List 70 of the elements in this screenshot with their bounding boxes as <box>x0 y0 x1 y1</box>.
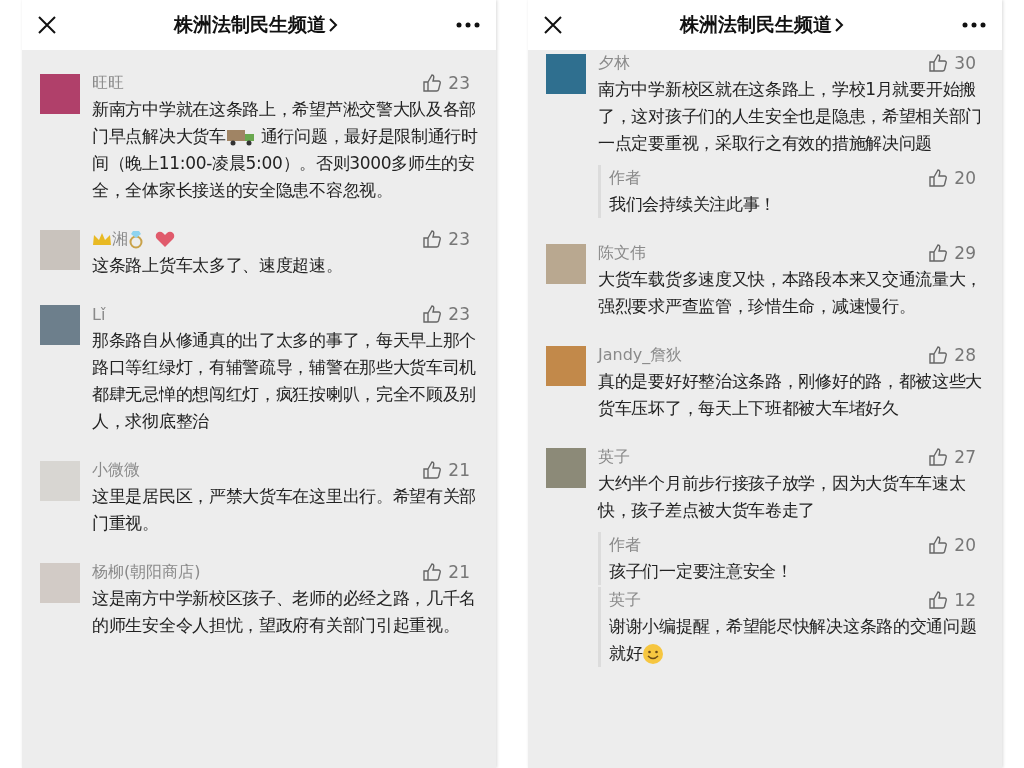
avatar-photo-placeholder <box>546 244 586 284</box>
like-count: 21 <box>448 562 470 582</box>
thumbs-up-icon[interactable] <box>928 53 949 73</box>
commenter-name: 英子 <box>598 446 630 468</box>
reply-text: 谢谢小编提醒，希望能尽快解决这条路的交通问题就好 <box>609 615 978 667</box>
crown-icon <box>92 231 112 247</box>
like-count: 29 <box>954 243 976 263</box>
channel-title[interactable]: 株洲法制民生频道 <box>174 12 326 38</box>
channel-title[interactable]: 株洲法制民生频道 <box>680 12 832 38</box>
comment-text: 南方中学新校区就在这条路上，学校1月就要开始搬了，这对孩子们的人生安全也是隐患，希望相关部门一点定要重视，采取行之有效的措施解决问题 <box>598 78 984 155</box>
reply-text: 我们会持续关注此事！ <box>609 193 777 216</box>
avatar-photo-placeholder <box>546 448 586 488</box>
thumbs-up-icon[interactable] <box>928 535 949 555</box>
like-count: 21 <box>448 460 470 480</box>
like-count: 30 <box>954 53 976 73</box>
reply-author: 英子 <box>609 589 641 611</box>
comment-text: 那条路自从修通真的出了太多的事了，每天早上那个路口等红绿灯，有辅警疏导，辅警在那些大货车司机都肆无忌惮的想闯红灯，疯狂按喇叭，完全不顾及别人，求彻底整治 <box>92 329 478 433</box>
more-icon[interactable] <box>456 22 480 28</box>
heart-icon <box>154 229 176 249</box>
close-icon[interactable] <box>544 16 562 34</box>
like-count: 28 <box>954 345 976 365</box>
comment-text: 这里是居民区，严禁大货车在这里出行。希望有关部门重视。 <box>92 485 478 535</box>
chevron-right-icon[interactable] <box>328 17 338 33</box>
like-count: 20 <box>954 535 976 555</box>
comment-text: 这条路上货车太多了、速度超速。 <box>92 254 344 277</box>
avatar-photo-placeholder <box>40 563 80 603</box>
ring-icon <box>128 229 144 249</box>
chevron-right-icon[interactable] <box>834 17 844 33</box>
commenter-name: 湘 <box>92 228 176 250</box>
like-count: 23 <box>448 304 470 324</box>
commenter-name: 杨柳(朝阳商店) <box>92 561 201 583</box>
thumbs-up-icon[interactable] <box>928 345 949 365</box>
thumbs-up-icon[interactable] <box>928 243 949 263</box>
like-count: 23 <box>448 73 470 93</box>
comment-text: 大约半个月前步行接孩子放学，因为大货车车速太快，孩子差点被大货车卷走了 <box>598 472 967 522</box>
commenter-name: Jandy_詹狄 <box>598 344 683 366</box>
truck-icon <box>225 127 256 147</box>
avatar-photo-placeholder <box>40 230 80 270</box>
comment-text: 新南方中学就在这条路上，希望芦淞交警大队及各部门早点解决大货车 通行问题，最好是限制通行时间（晚上11:00-凌晨5:00）。否则3000多师生的安全，全体家长接送的安全隐患不容忽视。 <box>92 98 479 202</box>
avatar-photo-placeholder <box>546 54 586 94</box>
thumbs-up-icon[interactable] <box>422 304 443 324</box>
commenter-name: 陈文伟 <box>598 242 646 264</box>
smiley-icon <box>642 643 665 665</box>
like-count: 12 <box>954 590 976 610</box>
more-icon[interactable] <box>962 22 986 28</box>
thumbs-up-icon[interactable] <box>928 168 949 188</box>
like-count: 20 <box>954 168 976 188</box>
like-count: 23 <box>448 229 470 249</box>
thumbs-up-icon[interactable] <box>928 590 949 610</box>
avatar-photo-placeholder <box>546 346 586 386</box>
commenter-name: 夕林 <box>598 52 630 74</box>
thumbs-up-icon[interactable] <box>422 460 443 480</box>
comment-text: 这是南方中学新校区孩子、老师的必经之路，几千名的师生安全令人担忧，望政府有关部门引起重视。 <box>92 587 478 637</box>
commenter-name: Lǐ <box>92 304 106 324</box>
reply-author: 作者 <box>609 534 641 556</box>
avatar-photo-placeholder <box>40 305 80 345</box>
avatar-photo-placeholder <box>40 461 80 501</box>
reply-author: 作者 <box>609 167 641 189</box>
comment-text: 大货车载货多速度又快，本路段本来又交通流量大，强烈要求严查监管，珍惜生命，减速慢行。 <box>598 268 984 318</box>
like-count: 27 <box>954 447 976 467</box>
commenter-name: 旺旺 <box>92 72 124 94</box>
comment-text: 真的是要好好整治这条路，刚修好的路，都被这些大货车压坏了，每天上下班都被大车堵好久 <box>598 370 984 420</box>
thumbs-up-icon[interactable] <box>928 447 949 467</box>
commenter-name: 小微微 <box>92 459 140 481</box>
reply-text: 孩子们一定要注意安全！ <box>609 560 794 583</box>
thumbs-up-icon[interactable] <box>422 562 443 582</box>
close-icon[interactable] <box>38 16 56 34</box>
thumbs-up-icon[interactable] <box>422 229 443 249</box>
thumbs-up-icon[interactable] <box>422 73 443 93</box>
avatar-photo-placeholder <box>40 74 80 114</box>
